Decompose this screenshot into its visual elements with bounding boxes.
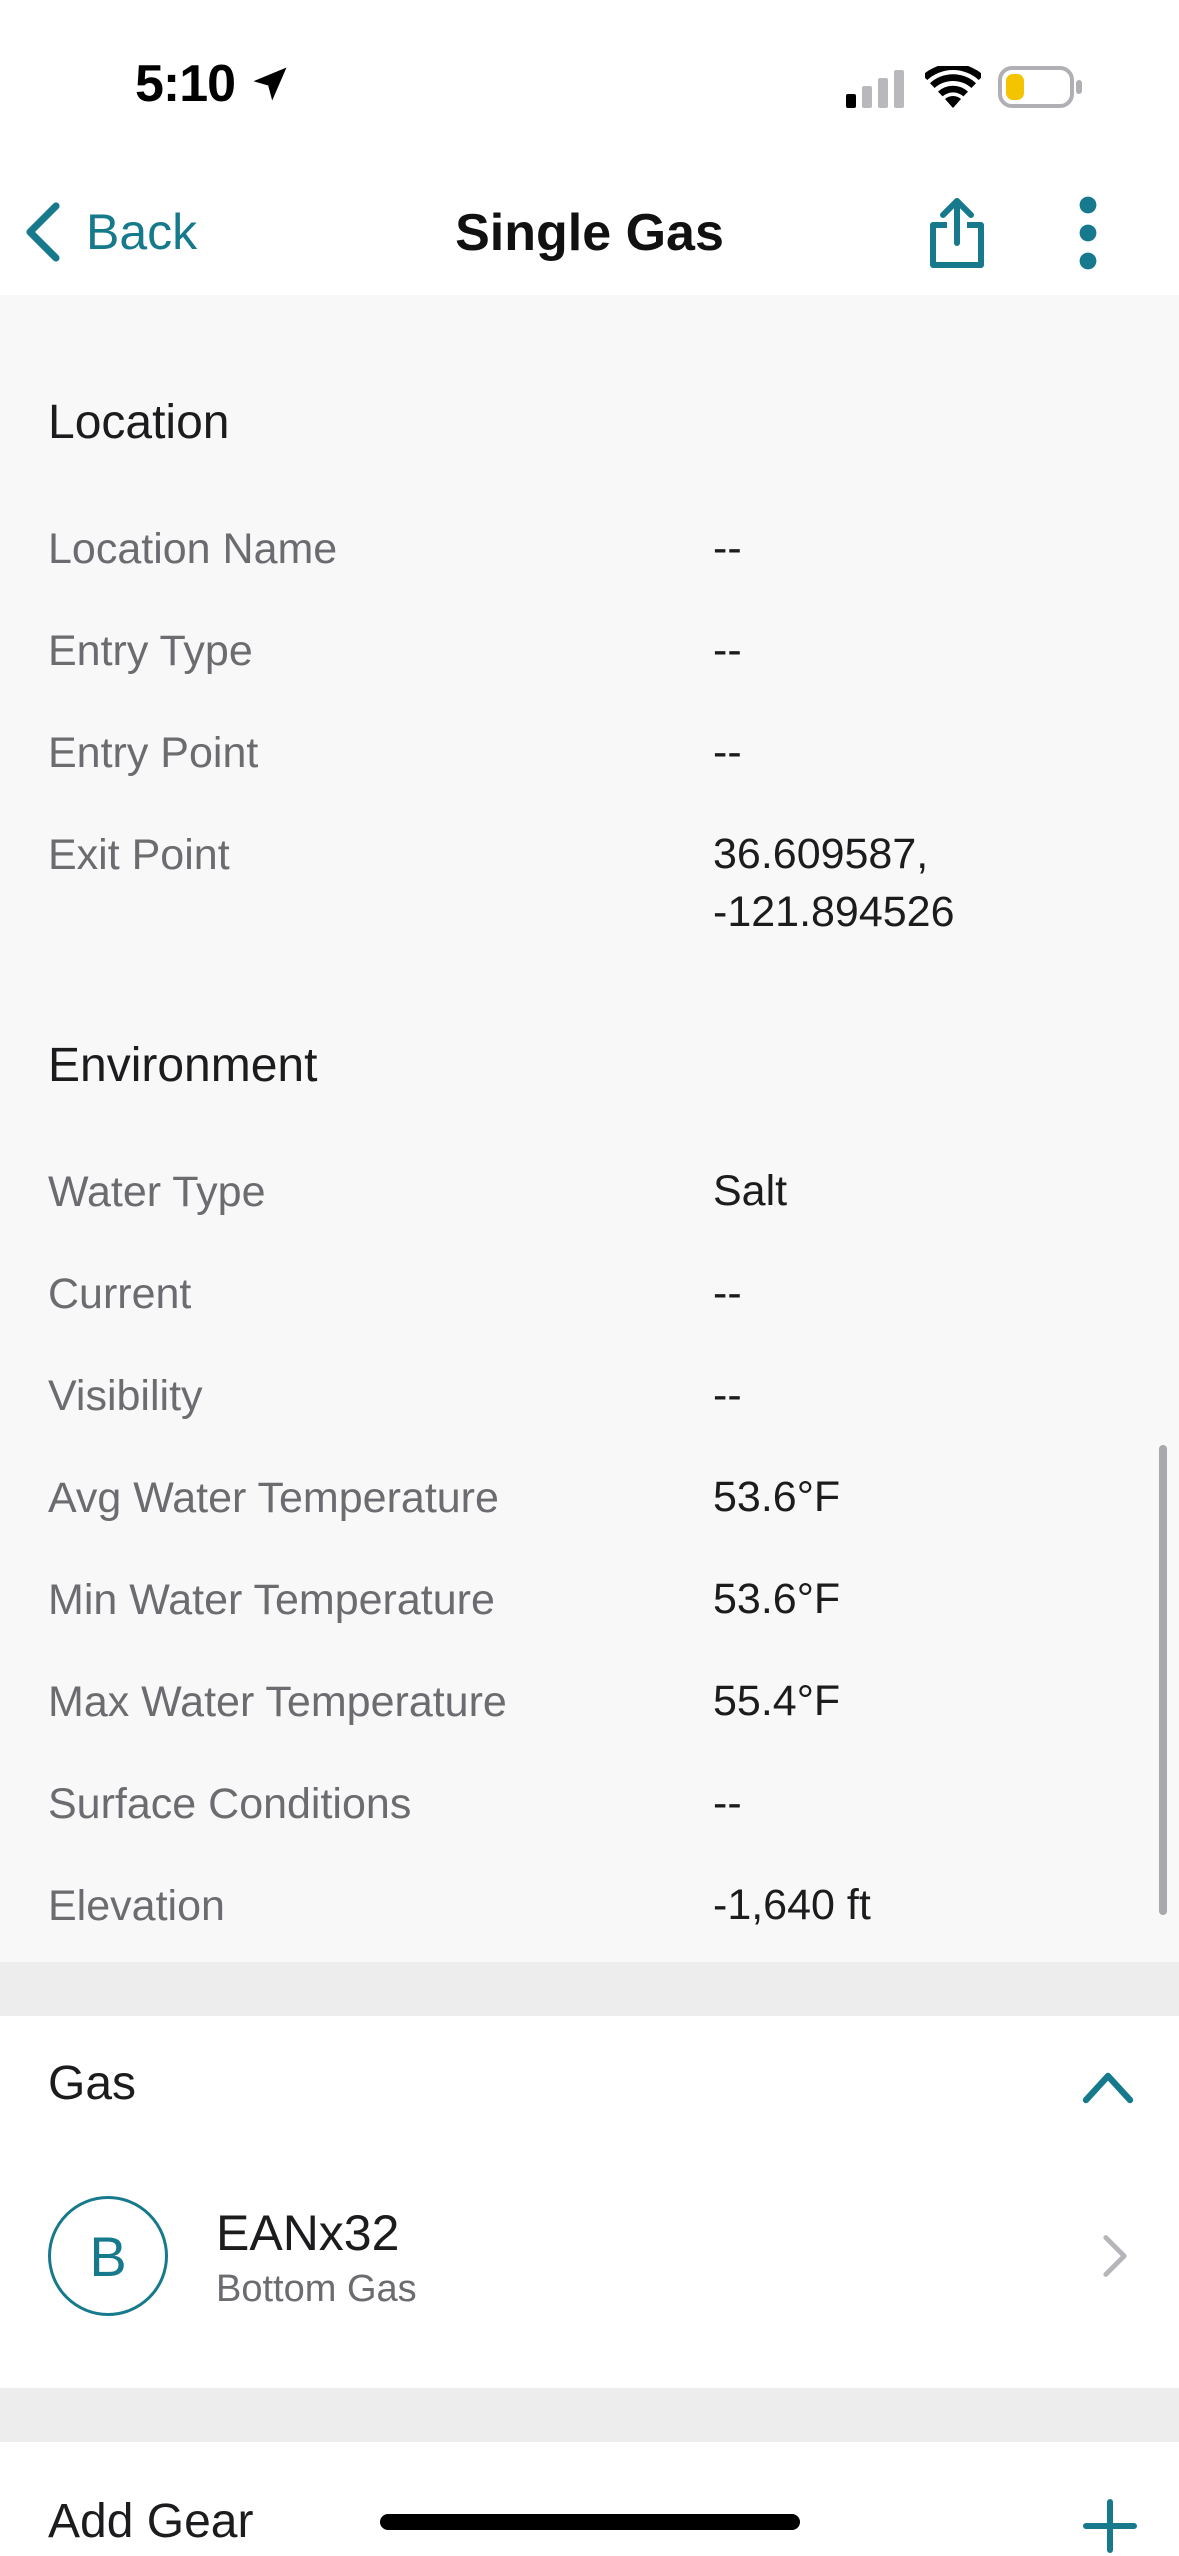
elevation-label: Elevation [48,1882,225,1930]
avg-water-temp-label: Avg Water Temperature [48,1474,499,1522]
min-water-temp-label: Min Water Temperature [48,1576,495,1624]
battery-level [1006,74,1024,100]
status-time: 5:10 [135,55,236,113]
gas-section-title: Gas [48,2057,137,2110]
chevron-right-icon [1103,2235,1127,2277]
location-name-label: Location Name [48,525,338,573]
exit-point-value-line2: -121.894526 [713,888,955,936]
visibility-label: Visibility [48,1372,203,1420]
scrollbar[interactable] [1159,1445,1167,1915]
gas-section: Gas B EANx32 Bottom Gas [0,2016,1179,2388]
surface-conditions-label: Surface Conditions [48,1780,412,1828]
water-type-value: Salt [713,1167,788,1215]
navigation-bar: Back Single Gas [0,175,1179,295]
cellular-signal-icon [846,70,904,108]
entry-point-label: Entry Point [48,729,259,777]
gas-subtitle: Bottom Gas [216,2268,417,2310]
gas-list-item[interactable]: B EANx32 Bottom Gas [0,2196,1179,2356]
current-value: -- [713,1269,742,1317]
dive-details-panel[interactable]: Location Location Name -- Entry Type -- … [0,295,1179,1962]
max-water-temp-label: Max Water Temperature [48,1678,507,1726]
gas-name: EANx32 [216,2205,400,2261]
add-gear-title: Add Gear [48,2495,254,2548]
share-icon[interactable] [925,195,989,271]
max-water-temp-value: 55.4°F [713,1677,841,1725]
exit-point-label: Exit Point [48,831,230,879]
back-button[interactable]: Back [20,197,197,267]
entry-type-value: -- [713,626,742,674]
back-label: Back [86,204,198,260]
avg-water-temp-value: 53.6°F [713,1473,841,1521]
min-water-temp-value: 53.6°F [713,1575,841,1623]
visibility-value: -- [713,1371,742,1419]
location-section-title: Location [48,396,230,449]
gas-badge: B [48,2196,168,2316]
home-indicator[interactable] [380,2514,800,2530]
add-gear-section[interactable]: Add Gear [0,2442,1179,2556]
exit-point-value-line1: 36.609587, [713,830,929,878]
entry-type-label: Entry Type [48,627,253,675]
elevation-value: -1,640 ft [713,1881,871,1929]
entry-point-value: -- [713,728,742,776]
scrolled-text-fragment [86,295,122,299]
wifi-icon [925,66,981,108]
water-type-label: Water Type [48,1168,266,1216]
surface-conditions-value: -- [713,1779,742,1827]
environment-section-title: Environment [48,1039,318,1092]
location-name-value: -- [713,524,742,572]
chevron-up-icon[interactable] [1080,2066,1136,2106]
current-label: Current [48,1270,192,1318]
chevron-left-icon [26,202,60,262]
battery-icon [998,66,1082,108]
section-divider [0,2388,1179,2442]
section-divider [0,1962,1179,2016]
location-arrow-icon [253,67,287,101]
more-options-icon[interactable] [1060,193,1116,273]
plus-icon[interactable] [1082,2498,1138,2554]
status-bar: 5:10 [0,0,1179,175]
